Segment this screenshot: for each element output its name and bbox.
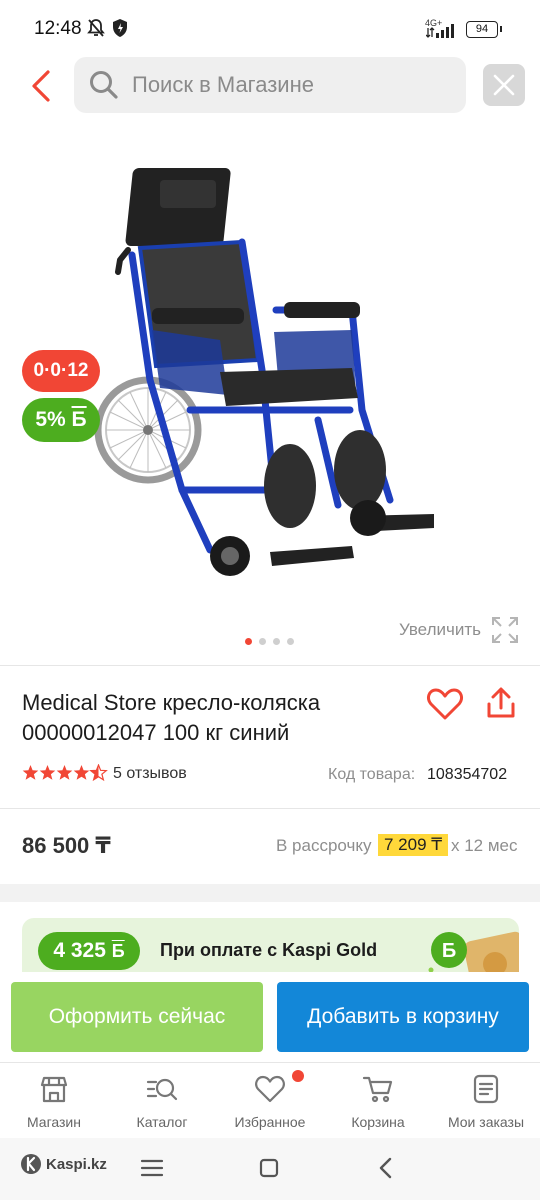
rating-stars	[22, 764, 107, 781]
nav-label-cart: Корзина	[351, 1114, 405, 1130]
product-code-label: Код товара:	[328, 766, 416, 783]
carousel-dot[interactable]	[259, 638, 266, 645]
status-time: 12:48	[34, 18, 82, 39]
nav-catalog[interactable]: Каталог	[108, 1063, 216, 1135]
installment-badge: 0·0·12	[22, 350, 100, 392]
bonus-symbol: Б	[71, 408, 87, 431]
reviews-count[interactable]: 5 отзывов	[113, 765, 187, 783]
status-bar: 12:48 4G+ 94	[0, 0, 540, 56]
heart-icon	[255, 1075, 285, 1103]
bonus-badge: 5% Б	[22, 398, 100, 442]
nav-label-shop: Магазин	[26, 1114, 81, 1130]
shop-icon	[40, 1076, 68, 1103]
expand-icon[interactable]	[490, 615, 520, 645]
kaspi-logo-icon	[21, 1154, 41, 1174]
divider	[0, 665, 540, 666]
orders-icon	[473, 1074, 499, 1104]
zoom-label[interactable]: Увеличить	[399, 620, 481, 640]
kaspi-gold-promo[interactable]: 4 325 Б При оплате с Kaspi Gold Б	[22, 918, 519, 972]
nav-label-catalog: Каталог	[136, 1114, 188, 1130]
system-back-icon[interactable]	[376, 1156, 396, 1180]
carousel-dot[interactable]	[273, 638, 280, 645]
close-button[interactable]	[483, 64, 525, 106]
bonus-symbol: Б	[111, 941, 125, 961]
search-icon	[90, 71, 118, 99]
close-icon	[493, 74, 515, 96]
carousel-dot-active[interactable]	[245, 638, 252, 645]
battery-icon: 94	[466, 21, 498, 38]
carousel-dot[interactable]	[287, 638, 294, 645]
signal-icon	[426, 24, 454, 38]
section-gap	[0, 884, 540, 902]
promo-bonus-pill: 4 325 Б	[38, 932, 140, 970]
nav-shop[interactable]: Магазин	[0, 1063, 108, 1135]
cart-icon	[362, 1076, 393, 1103]
promo-text: При оплате с Kaspi Gold	[160, 940, 378, 960]
nav-label-orders: Мои заказы	[447, 1114, 525, 1130]
product-title: Medical Store кресло-коляска 00000012047…	[22, 690, 321, 745]
installment-monthly-value: 7 209 ₸	[378, 834, 449, 856]
add-to-cart-button[interactable]: Добавить в корзину	[277, 982, 529, 1052]
kaspi-gold-coin-icon: Б	[428, 931, 519, 972]
installment-term: x 12 мес	[451, 836, 518, 855]
promo-bonus-value: 4 325	[53, 939, 106, 962]
search-placeholder: Поиск в Магазине	[132, 72, 314, 97]
menu-icon[interactable]	[140, 1158, 164, 1178]
product-code: 108354702	[427, 766, 508, 783]
favorites-notification-dot	[292, 1070, 304, 1082]
bottom-nav: Магазин Каталог Избранное Корзина Мои за…	[0, 1062, 540, 1135]
shield-icon	[113, 19, 127, 37]
svg-text:Б: Б	[442, 940, 456, 962]
nav-orders[interactable]: Мои заказы	[432, 1063, 540, 1135]
catalog-search-icon	[146, 1078, 178, 1101]
battery-tip	[500, 26, 502, 32]
divider	[0, 808, 540, 809]
nav-cart[interactable]: Корзина	[324, 1063, 432, 1135]
nav-label-favorites: Избранное	[234, 1114, 306, 1130]
home-square-icon[interactable]	[258, 1157, 280, 1179]
nav-favorites[interactable]: Избранное	[216, 1063, 324, 1135]
search-input[interactable]: Поиск в Магазине	[74, 57, 466, 113]
product-image[interactable]	[90, 160, 450, 600]
favorite-heart-icon[interactable]	[426, 686, 464, 722]
product-price: 86 500 ₸	[22, 833, 111, 858]
back-arrow-icon[interactable]	[24, 66, 60, 106]
mute-bell-icon	[87, 19, 105, 37]
bonus-badge-value: 5%	[35, 408, 66, 431]
share-icon[interactable]	[484, 686, 518, 722]
buy-now-button[interactable]: Оформить сейчас	[11, 982, 263, 1052]
brand-label: Kaspi.kz	[46, 1156, 107, 1173]
installment-label: В рассрочку	[276, 836, 372, 855]
